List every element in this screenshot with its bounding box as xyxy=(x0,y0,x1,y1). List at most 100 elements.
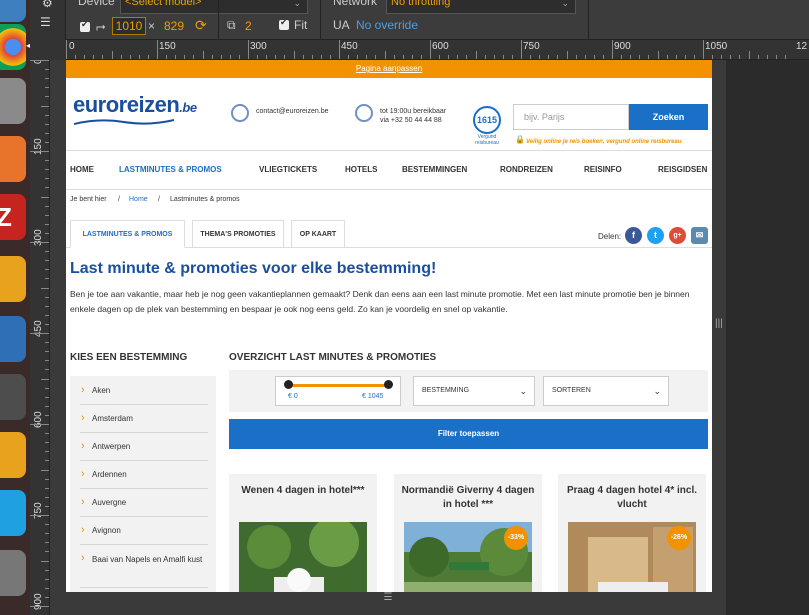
customize-page-link[interactable]: Pagina aanpassen xyxy=(66,60,712,78)
promo-card-title[interactable]: Praag 4 dagen hotel 4* incl. vlucht xyxy=(562,484,702,512)
ruler-label: 12 xyxy=(796,41,808,52)
tab-op-kaart[interactable]: OP KAART xyxy=(291,220,345,248)
presentation-app-icon[interactable] xyxy=(0,136,26,182)
contact-email[interactable]: contact@euroreizen.be xyxy=(256,108,328,115)
nav-hotels[interactable]: HOTELS xyxy=(345,165,377,174)
network-select[interactable]: No throttling ⌄ xyxy=(386,0,576,14)
width-input[interactable]: 1010 xyxy=(112,17,146,35)
resolution-checkbox[interactable] xyxy=(80,19,90,32)
breadcrumb-home[interactable]: Home xyxy=(129,196,148,203)
tab-themas[interactable]: THEMA'S PROMOTIES xyxy=(192,220,284,248)
logo-tld: .be xyxy=(179,100,197,115)
google-plus-icon[interactable]: g+ xyxy=(669,227,686,244)
destination-item[interactable]: Antwerpen xyxy=(80,440,208,461)
ruler-tick xyxy=(157,40,158,59)
toggle-panel-icon[interactable]: ☰ xyxy=(40,15,51,29)
promo-card[interactable]: Wenen 4 dagen in hotel*** xyxy=(229,474,377,592)
ruler-tick xyxy=(612,40,613,59)
ruler-tick xyxy=(45,433,49,435)
ruler-tick xyxy=(120,55,122,59)
archive-app-icon[interactable] xyxy=(0,78,26,124)
tab-lastminutes[interactable]: LASTMINUTES & PROMOS xyxy=(70,220,185,248)
rotate-icon[interactable]: ⟳ xyxy=(195,17,207,34)
fit-checkbox[interactable] xyxy=(279,17,289,30)
skype-app-icon[interactable] xyxy=(0,490,26,536)
destination-item[interactable]: Ardennen xyxy=(80,468,208,489)
destination-item[interactable]: Auvergne xyxy=(80,496,208,517)
destination-item[interactable]: Baai van Napels en Amalfi kust xyxy=(80,552,208,588)
promo-card-title[interactable]: Normandië Giverny 4 dagen in hotel *** xyxy=(398,484,538,512)
backup-app-icon[interactable] xyxy=(0,374,26,420)
sublime-app-icon[interactable] xyxy=(0,256,26,302)
ruler-tick xyxy=(193,55,195,59)
apply-filter-button[interactable]: Filter toepassen xyxy=(229,419,708,449)
ruler-tick xyxy=(45,351,49,353)
destination-item[interactable]: Aken xyxy=(80,384,208,405)
resize-handle-bottom[interactable]: ☰ xyxy=(50,592,726,610)
nav-home[interactable]: HOME xyxy=(70,165,94,174)
nav-reisgidsen[interactable]: REISGIDSEN xyxy=(658,165,707,174)
chrome-app-icon[interactable] xyxy=(0,24,26,70)
twitter-icon[interactable]: t xyxy=(647,227,664,244)
phone-number[interactable]: via +32 50 44 44 88 xyxy=(380,117,442,124)
ruler-tick xyxy=(45,405,49,407)
fit-label: Fit xyxy=(294,18,308,32)
ruler-tick xyxy=(648,55,650,59)
ruler-tick xyxy=(339,40,340,59)
ruler-tick xyxy=(402,55,404,59)
ruler-tick xyxy=(357,55,359,59)
ruler-tick xyxy=(211,55,213,59)
filezilla-app-icon[interactable]: Z xyxy=(0,194,26,240)
ruler-tick xyxy=(45,387,49,389)
slider-handle-max[interactable] xyxy=(384,380,393,389)
ruler-tick xyxy=(30,242,49,243)
facebook-icon[interactable]: f xyxy=(625,227,642,244)
secure-booking-text: Veilig online je reis boeken, vergund on… xyxy=(526,139,682,145)
slider-handle-min[interactable] xyxy=(284,380,293,389)
firefox-app-icon[interactable] xyxy=(0,316,26,362)
destination-item[interactable]: Avignon xyxy=(80,524,208,545)
promo-card[interactable]: Praag 4 dagen hotel 4* incl. vlucht -26% xyxy=(558,474,706,592)
files-app-icon[interactable] xyxy=(0,0,26,22)
ruler-tick xyxy=(466,55,468,59)
ruler-tick xyxy=(411,55,413,59)
ruler-tick xyxy=(757,55,759,59)
ruler-tick xyxy=(675,55,677,59)
nav-bestemmingen[interactable]: BESTEMMINGEN xyxy=(402,165,467,174)
ruler-tick xyxy=(93,55,95,59)
ruler-tick xyxy=(30,151,49,152)
height-input[interactable]: 829 xyxy=(164,19,184,33)
nav-rondreizen[interactable]: RONDREIZEN xyxy=(500,165,553,174)
price-range-slider[interactable]: € 0 € 1045 xyxy=(275,376,401,406)
promo-card-title[interactable]: Wenen 4 dagen in hotel*** xyxy=(233,484,373,498)
ruler-top: 0 150 300 450 600 750 900 1050 12 xyxy=(66,40,809,60)
slider-track xyxy=(288,384,388,387)
search-button[interactable]: Zoeken xyxy=(629,104,708,130)
ruler-tick xyxy=(739,55,741,59)
device-select[interactable]: <Select model> ⌄ xyxy=(120,0,308,14)
ruler-tick xyxy=(45,551,49,553)
settings-app-icon[interactable] xyxy=(0,550,26,596)
ruler-label: 150 xyxy=(33,138,44,155)
ruler-tick xyxy=(45,251,49,253)
sublime-2-app-icon[interactable] xyxy=(0,432,26,478)
site-logo[interactable]: euroreizen.be xyxy=(73,92,197,118)
destination-item[interactable]: Amsterdam xyxy=(80,412,208,433)
email-share-icon[interactable]: ✉ xyxy=(691,227,708,244)
chevron-down-icon: ⌄ xyxy=(561,0,569,8)
nav-reisinfo[interactable]: REISINFO xyxy=(584,165,622,174)
ua-value[interactable]: No override xyxy=(356,18,418,32)
settings-icon[interactable]: ⚙ xyxy=(42,0,53,10)
destination-dropdown[interactable]: BESTEMMING ⌄ xyxy=(413,376,535,406)
site-header: euroreizen.be contact@euroreizen.be tot … xyxy=(66,78,712,150)
ruler-tick xyxy=(45,78,49,80)
promo-card-image[interactable] xyxy=(239,522,367,592)
search-input[interactable]: bijv. Parijs xyxy=(513,104,629,130)
sort-dropdown[interactable]: SORTEREN ⌄ xyxy=(543,376,669,406)
swap-dimensions-icon[interactable]: ⮣ xyxy=(96,19,106,34)
resize-handle-right[interactable]: ||| xyxy=(712,60,726,600)
nav-vliegtickets[interactable]: VLIEGTICKETS xyxy=(259,165,317,174)
nav-lastminutes[interactable]: LASTMINUTES & PROMOS xyxy=(119,165,222,174)
zoom-input[interactable]: 2 xyxy=(245,19,252,33)
promo-card[interactable]: Normandië Giverny 4 dagen in hotel *** -… xyxy=(394,474,542,592)
